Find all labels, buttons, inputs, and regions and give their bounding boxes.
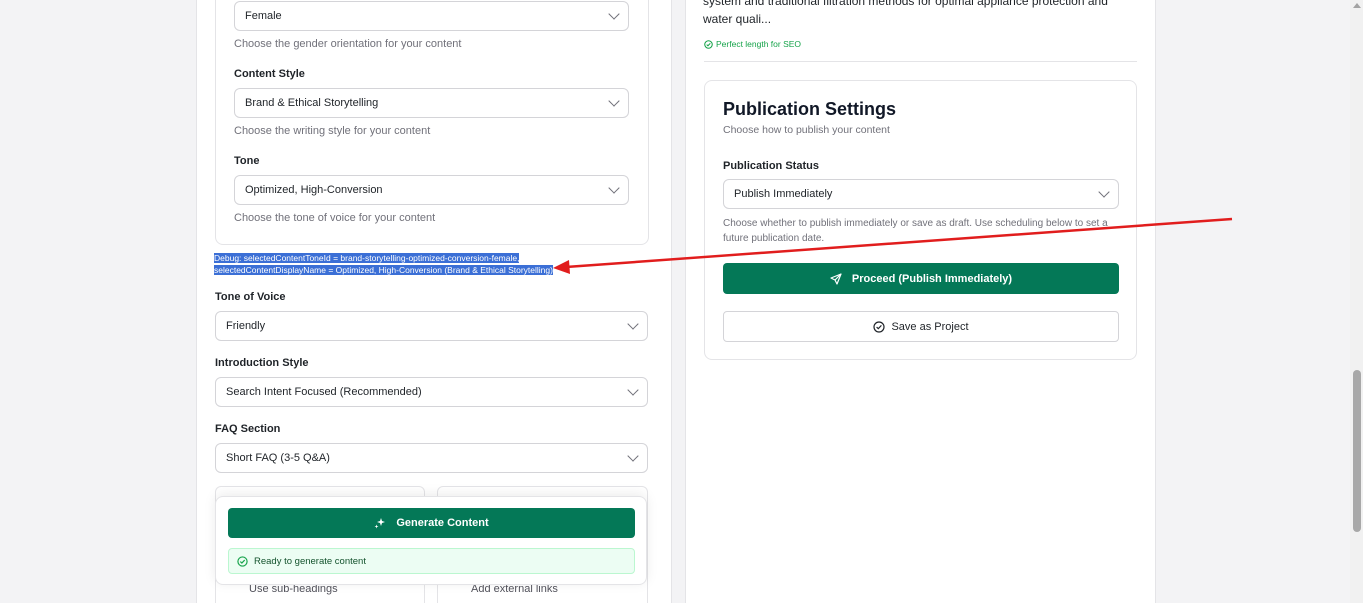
page: Female Choose the gender orientation for… bbox=[0, 0, 1363, 603]
scrollbar-thumb[interactable] bbox=[1353, 370, 1361, 532]
scroll-up-arrow-icon[interactable] bbox=[1353, 3, 1361, 8]
annotation-arrow bbox=[553, 217, 1233, 274]
